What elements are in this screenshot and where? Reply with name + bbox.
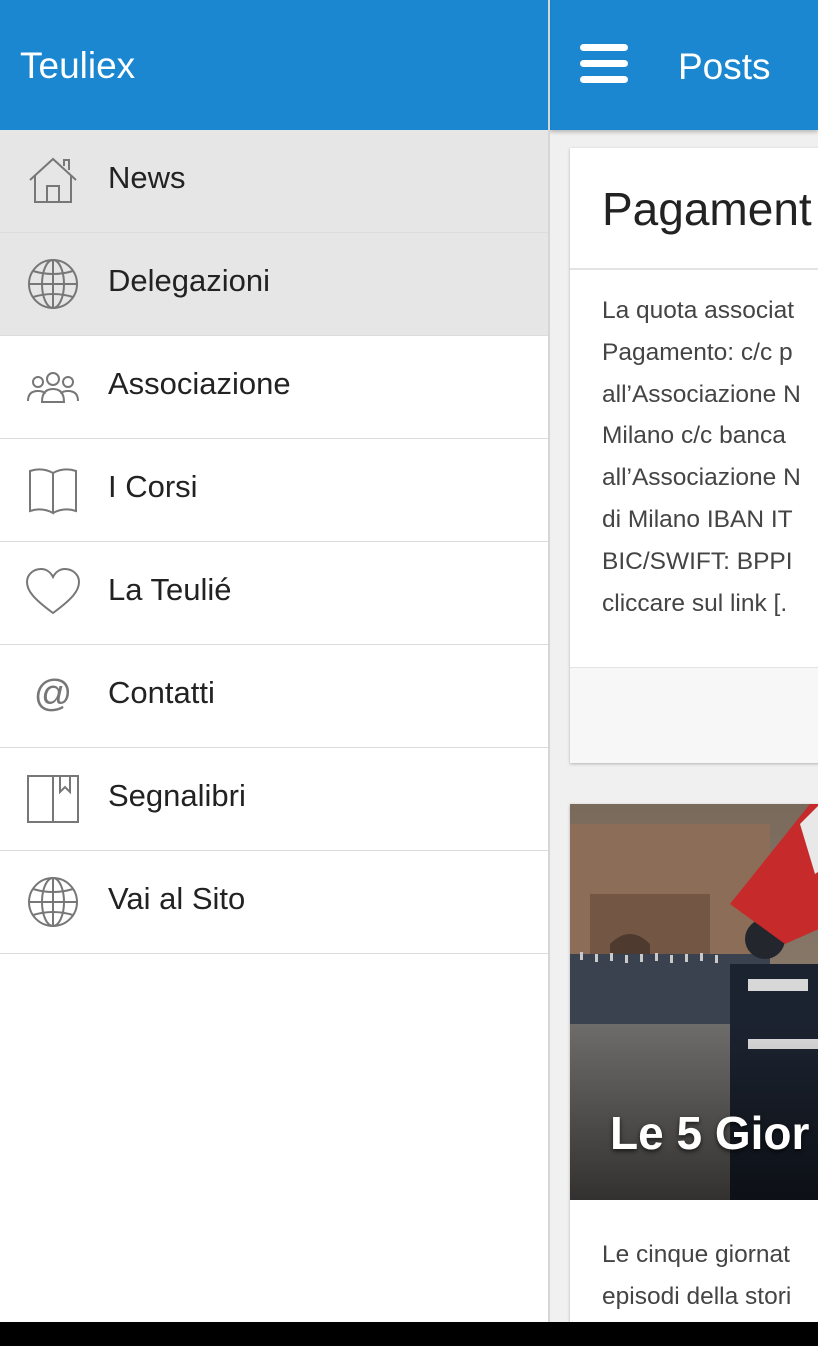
post-title: Pagament [602,183,812,235]
page-title: Posts [678,46,771,87]
sidebar-item-label: Segnalibri [108,778,246,813]
globe-icon [24,875,82,929]
book-icon [24,463,82,517]
sidebar-item-label: News [108,160,186,195]
sidebar-item-label: La Teulié [108,572,232,607]
excerpt-line: Milano c/c banca [602,422,786,450]
excerpt-line: cliccare sul link [. [602,589,788,617]
excerpt-line: di Milano IBAN IT [602,505,793,533]
excerpt-line: all’Associazione N [602,464,801,492]
group-icon [24,360,82,414]
sidebar-item-label: Delegazioni [108,263,270,298]
excerpt-line: La quota associat [602,297,795,324]
posts-screen: Posts Pagament La quota associat Pagamen… [550,0,818,1322]
sidebar-item-label: Associazione [108,366,291,401]
sidebar-item-delegazioni[interactable]: Delegazioni [0,233,548,336]
sidebar-item-label: Vai al Sito [108,881,246,916]
excerpt-line: BIC/SWIFT: BPPI [602,547,793,575]
sidebar-item-sito[interactable]: Vai al Sito [0,851,548,954]
bookmark-icon [24,772,82,826]
excerpt-line: episodi della stori [602,1282,792,1310]
heart-icon [24,566,82,620]
sidebar-item-news[interactable]: News [0,130,548,233]
system-bar [0,1322,818,1346]
sidebar-item-associazione[interactable]: Associazione [0,336,548,439]
sidebar-item-contatti[interactable]: @ Contatti [0,645,548,748]
image-caption: Le 5 Gior [610,1107,810,1159]
sidebar-item-segnalibri[interactable]: Segnalibri [0,748,548,851]
post-card[interactable]: Pagament La quota associat Pagamento: c/… [570,148,818,763]
app-screen: Teuliex News Delegazioni Associazione I … [0,0,818,1322]
sidebar-item-label: Contatti [108,675,215,710]
globe-icon [24,257,82,311]
app-title: Teuliex [20,45,136,86]
drawer-edge [548,0,550,1322]
post-excerpt: Le cinque giornat episodi della stori [602,1234,791,1318]
excerpt-line: Pagamento: c/c p [602,338,793,366]
navigation-drawer: Teuliex News Delegazioni Associazione I … [0,0,548,1322]
home-icon [24,154,82,208]
sidebar-item-label: I Corsi [108,469,198,504]
hamburger-icon[interactable] [580,44,628,84]
post-card[interactable]: Le 5 Gior Le cinque giornat episodi dell… [570,804,818,1322]
post-excerpt: La quota associat Pagamento: c/c p all’A… [602,290,801,624]
app-bar: Posts [550,0,818,130]
divider [570,268,818,270]
sidebar-item-teulie[interactable]: La Teulié [0,542,548,645]
drawer-header: Teuliex [0,0,548,130]
at-icon: @ [33,673,73,715]
excerpt-line: Le cinque giornat [602,1241,790,1268]
sidebar-item-corsi[interactable]: I Corsi [0,439,548,542]
excerpt-line: all’Associazione N [602,380,801,408]
card-footer [570,667,818,763]
